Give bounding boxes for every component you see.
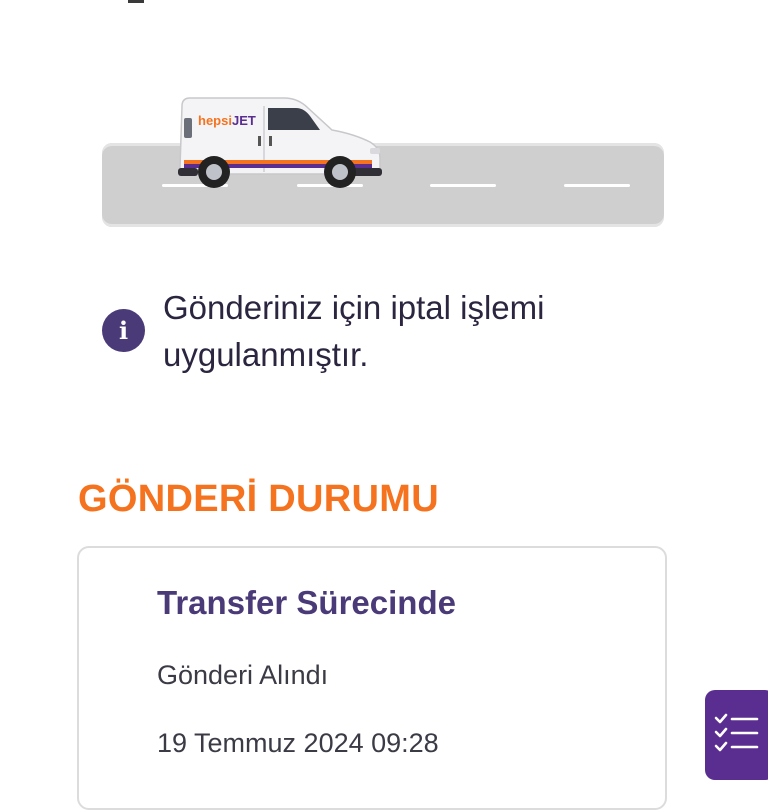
delivery-van-icon: hepsiJET	[178, 97, 382, 188]
van-logo-hepsi: hepsi	[198, 113, 232, 128]
info-icon: i	[102, 309, 145, 352]
top-edge-mark	[128, 0, 144, 3]
cancellation-notice: i Gönderiniz için iptal işlemi uygulanmı…	[102, 284, 662, 384]
delivery-illustration: hepsiJET	[100, 80, 668, 240]
notice-message: Gönderiniz için iptal işlemi uygulanmışt…	[163, 289, 545, 373]
lane-marking	[564, 184, 630, 187]
status-subtitle: Gönderi Alındı	[157, 660, 329, 690]
lane-marking	[430, 184, 496, 187]
checklist-icon	[714, 713, 759, 752]
svg-text:hepsiJET: hepsiJET	[198, 113, 256, 128]
checklist-button[interactable]	[705, 690, 768, 780]
shipment-status-card: Transfer Sürecinde Gönderi Alındı 19 Tem…	[77, 546, 667, 810]
status-datetime: 19 Temmuz 2024 09:28	[157, 728, 439, 758]
van-logo-jet: JET	[232, 113, 256, 128]
section-title: GÖNDERİ DURUMU	[78, 478, 439, 520]
status-title: Transfer Sürecinde	[157, 584, 456, 621]
